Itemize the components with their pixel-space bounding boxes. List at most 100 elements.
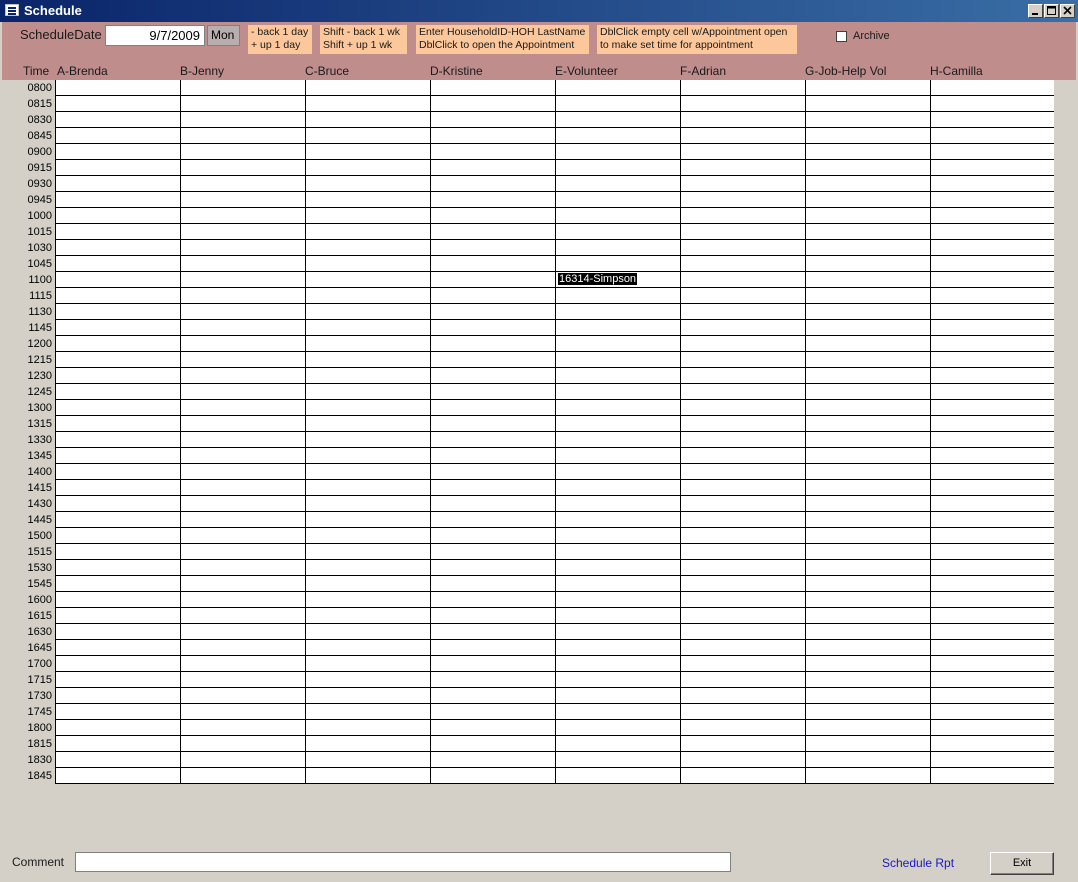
schedule-cell[interactable] [55,128,180,144]
schedule-cell[interactable] [930,720,1055,736]
schedule-cell[interactable] [305,400,430,416]
schedule-cell[interactable] [180,288,305,304]
schedule-cell[interactable] [680,528,805,544]
schedule-cell[interactable] [930,208,1055,224]
schedule-cell[interactable] [55,528,180,544]
schedule-cell[interactable] [305,736,430,752]
schedule-cell[interactable] [305,480,430,496]
schedule-cell[interactable] [555,496,680,512]
schedule-cell[interactable] [55,720,180,736]
schedule-cell[interactable] [555,80,680,96]
schedule-cell[interactable] [555,480,680,496]
schedule-cell[interactable] [305,80,430,96]
schedule-cell[interactable] [430,304,555,320]
schedule-cell[interactable] [305,256,430,272]
schedule-cell[interactable] [305,416,430,432]
schedule-cell[interactable] [55,208,180,224]
schedule-cell[interactable] [680,144,805,160]
schedule-cell[interactable] [180,320,305,336]
schedule-cell[interactable] [930,752,1055,768]
schedule-cell[interactable] [55,288,180,304]
schedule-report-link[interactable]: Schedule Rpt [882,856,954,870]
schedule-cell[interactable] [430,224,555,240]
schedule-cell[interactable] [805,80,930,96]
schedule-cell[interactable] [555,192,680,208]
schedule-cell[interactable] [680,368,805,384]
schedule-cell[interactable] [430,512,555,528]
schedule-cell[interactable] [805,144,930,160]
schedule-cell[interactable] [680,544,805,560]
schedule-cell[interactable] [180,368,305,384]
schedule-cell[interactable] [180,688,305,704]
schedule-cell[interactable] [55,96,180,112]
schedule-cell[interactable] [930,256,1055,272]
schedule-cell[interactable] [305,752,430,768]
schedule-cell[interactable] [805,608,930,624]
schedule-cell[interactable] [55,752,180,768]
schedule-cell[interactable] [305,560,430,576]
schedule-cell[interactable] [430,752,555,768]
schedule-cell[interactable] [555,592,680,608]
schedule-cell[interactable] [430,704,555,720]
schedule-cell[interactable] [55,192,180,208]
schedule-cell[interactable] [55,512,180,528]
schedule-date-input[interactable]: 9/7/2009 [105,25,205,46]
schedule-cell[interactable] [55,560,180,576]
schedule-cell[interactable] [430,656,555,672]
schedule-cell[interactable] [55,352,180,368]
schedule-cell[interactable] [305,464,430,480]
schedule-cell[interactable] [305,704,430,720]
schedule-cell[interactable] [930,768,1055,784]
schedule-cell[interactable] [305,448,430,464]
schedule-cell[interactable] [680,304,805,320]
schedule-cell[interactable] [430,192,555,208]
schedule-cell[interactable] [55,112,180,128]
schedule-cell[interactable] [430,128,555,144]
schedule-cell[interactable] [680,240,805,256]
schedule-cell[interactable] [555,464,680,480]
schedule-cell[interactable] [305,304,430,320]
schedule-cell[interactable] [930,128,1055,144]
schedule-cell[interactable] [180,144,305,160]
schedule-cell[interactable] [805,96,930,112]
schedule-cell[interactable] [680,480,805,496]
schedule-cell[interactable] [680,288,805,304]
schedule-cell[interactable] [680,256,805,272]
maximize-button[interactable] [1044,4,1059,18]
schedule-cell[interactable] [430,352,555,368]
schedule-cell[interactable] [930,272,1055,288]
schedule-cell[interactable] [305,112,430,128]
schedule-cell[interactable] [305,768,430,784]
schedule-cell[interactable] [305,176,430,192]
schedule-cell[interactable] [680,320,805,336]
schedule-cell[interactable] [930,192,1055,208]
schedule-cell[interactable] [55,544,180,560]
schedule-cell[interactable] [430,720,555,736]
schedule-cell[interactable] [930,224,1055,240]
schedule-cell[interactable] [930,624,1055,640]
schedule-cell[interactable] [930,336,1055,352]
schedule-cell[interactable] [55,672,180,688]
schedule-cell[interactable] [55,144,180,160]
schedule-cell[interactable] [680,608,805,624]
schedule-cell[interactable] [680,80,805,96]
schedule-cell[interactable] [55,448,180,464]
schedule-cell[interactable] [305,320,430,336]
schedule-cell[interactable] [930,656,1055,672]
schedule-cell[interactable] [555,368,680,384]
schedule-cell[interactable] [555,304,680,320]
schedule-cell[interactable] [430,288,555,304]
schedule-cell[interactable] [55,496,180,512]
schedule-cell[interactable] [180,240,305,256]
schedule-cell[interactable] [805,128,930,144]
schedule-cell[interactable] [555,256,680,272]
schedule-cell[interactable] [805,496,930,512]
schedule-cell[interactable] [180,528,305,544]
schedule-cell[interactable] [680,112,805,128]
schedule-cell[interactable] [305,528,430,544]
schedule-cell[interactable] [805,272,930,288]
schedule-cell[interactable] [680,464,805,480]
schedule-cell[interactable] [430,672,555,688]
schedule-cell[interactable] [430,256,555,272]
schedule-cell[interactable] [430,448,555,464]
